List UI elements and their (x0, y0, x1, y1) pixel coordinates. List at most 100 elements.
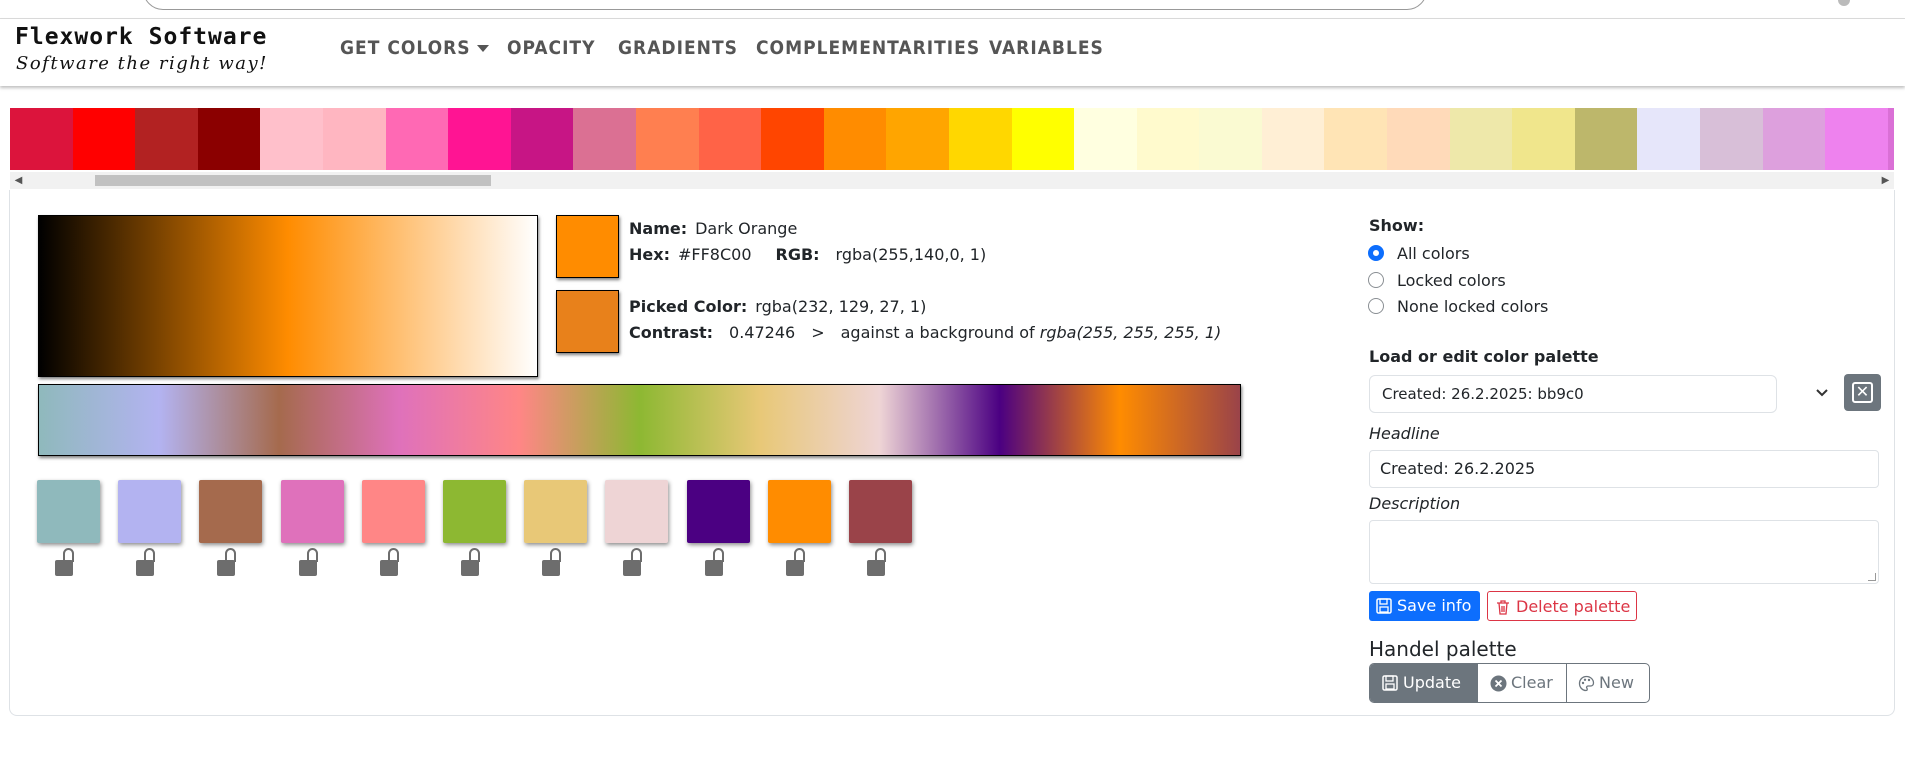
strip-swatch[interactable] (761, 108, 824, 170)
palette-swatch[interactable] (849, 480, 912, 543)
lock-body (867, 560, 885, 576)
delete-palette-button[interactable]: Delete palette (1487, 591, 1637, 621)
nav-variables[interactable]: VARIABLES (989, 37, 1104, 59)
strip-swatch[interactable] (197, 108, 261, 170)
contrast-value: 0.47246 (729, 323, 796, 342)
unlock-icon[interactable] (217, 548, 239, 580)
select-clear-button[interactable]: ✕ (1844, 374, 1881, 411)
lock-body (542, 560, 561, 576)
horizontal-scrollbar[interactable]: ◀ ▶ (10, 172, 1894, 189)
strip-swatch[interactable] (948, 108, 1012, 170)
strip-swatch[interactable] (1199, 108, 1262, 170)
palette-swatch[interactable] (199, 480, 263, 543)
strip-swatch[interactable] (1825, 108, 1888, 170)
radio-locked-colors-button[interactable] (1368, 272, 1384, 288)
palette-swatch[interactable] (280, 480, 344, 543)
strip-swatch[interactable] (698, 108, 762, 170)
nav-opacity[interactable]: OPACITY (507, 37, 595, 59)
palette-swatch[interactable] (686, 480, 750, 543)
unlock-icon[interactable] (55, 548, 77, 580)
palette-swatch[interactable] (37, 480, 100, 543)
strip-swatch[interactable] (1512, 108, 1575, 170)
unlock-icon[interactable] (867, 548, 889, 580)
brand-tagline: Software the right way! (16, 53, 268, 74)
save-info-button[interactable]: Save info (1369, 591, 1480, 621)
strip-swatch[interactable] (72, 108, 136, 170)
picked-value: rgba(232, 129, 27, 1) (755, 297, 927, 316)
palette-swatch[interactable] (443, 480, 506, 543)
new-label: New (1599, 673, 1634, 692)
palette-swatch[interactable] (605, 480, 669, 543)
description-textarea[interactable] (1369, 520, 1879, 584)
strip-swatch[interactable] (135, 108, 198, 170)
browser-top-strip (0, 0, 1905, 19)
strip-swatch[interactable] (886, 108, 949, 170)
lock-body (623, 560, 642, 576)
headline-input[interactable]: Created: 26.2.2025 (1369, 450, 1879, 488)
unlock-icon[interactable] (785, 548, 808, 580)
unlock-icon[interactable] (136, 548, 158, 580)
lock-body (217, 560, 236, 576)
floppy-disk-icon (1382, 675, 1398, 691)
scroll-left-icon[interactable]: ◀ (10, 172, 27, 189)
unlock-icon[interactable] (461, 548, 483, 580)
strip-swatch[interactable] (385, 108, 449, 170)
resize-handle-icon[interactable] (1868, 573, 1876, 581)
unlock-icon[interactable] (542, 548, 564, 580)
unlock-icon[interactable] (379, 548, 402, 580)
lock-body (704, 560, 723, 576)
clear-button[interactable]: Clear (1478, 664, 1566, 702)
palette-swatch[interactable] (524, 480, 588, 543)
strip-swatch[interactable] (1700, 108, 1763, 170)
update-button[interactable]: Update (1370, 664, 1477, 702)
radio-all-colors-label: All colors (1397, 244, 1470, 263)
nav-get-colors[interactable]: GET COLORS (340, 37, 489, 59)
shade-gradient[interactable] (38, 215, 538, 377)
unlock-icon[interactable] (623, 548, 645, 580)
address-bar[interactable] (143, 0, 1427, 10)
strip-swatch[interactable] (823, 108, 887, 170)
strip-swatch[interactable] (1887, 108, 1894, 170)
strip-swatch[interactable] (260, 108, 323, 170)
strip-swatch[interactable] (1074, 108, 1137, 170)
brand-title[interactable]: Flexwork Software (15, 24, 267, 50)
radio-all-colors-button[interactable] (1368, 245, 1384, 261)
chevron-down-icon[interactable] (1815, 386, 1829, 400)
radio-none-locked-colors-button[interactable] (1368, 298, 1384, 314)
nav-gradients[interactable]: GRADIENTS (618, 37, 738, 59)
palette-icon (1578, 675, 1595, 692)
palette-swatch[interactable] (767, 480, 831, 543)
scroll-right-icon[interactable]: ▶ (1877, 172, 1894, 189)
strip-swatch[interactable] (573, 108, 636, 170)
strip-swatch[interactable] (635, 108, 699, 170)
unlock-icon[interactable] (298, 548, 321, 580)
new-button[interactable]: New (1567, 664, 1649, 702)
palette-select[interactable]: Created: 26.2.2025: bb9c0 (1369, 375, 1777, 413)
strip-swatch[interactable] (510, 108, 574, 170)
strip-swatch[interactable] (1261, 108, 1325, 170)
strip-swatch[interactable] (448, 108, 511, 170)
scrollbar-thumb[interactable] (95, 175, 491, 186)
strip-swatch[interactable] (10, 108, 73, 170)
strip-swatch[interactable] (1762, 108, 1826, 170)
palette-swatch[interactable] (118, 480, 182, 543)
strip-swatch[interactable] (1637, 108, 1701, 170)
trash-icon (1497, 600, 1509, 615)
strip-swatch[interactable] (1387, 108, 1450, 170)
nav-get-colors-label: GET COLORS (340, 37, 471, 59)
palette-swatch[interactable] (361, 480, 425, 543)
contrast-line: Contrast: 0.47246 > against a background of… (629, 323, 1221, 342)
handel-palette-button-group: Update Clear New (1369, 663, 1650, 703)
nav-complementarities[interactable]: COMPLEMENTARITIES (756, 37, 980, 59)
delete-palette-label: Delete palette (1516, 597, 1631, 616)
strip-swatch[interactable] (1136, 108, 1200, 170)
strip-swatch[interactable] (1574, 108, 1638, 170)
update-label: Update (1403, 673, 1461, 692)
unlock-icon[interactable] (704, 548, 727, 580)
strip-swatch[interactable] (1324, 108, 1388, 170)
strip-swatch[interactable] (1011, 108, 1075, 170)
color-swatch-strip (10, 108, 1894, 170)
strip-swatch[interactable] (322, 108, 386, 170)
rgb-label: RGB: (775, 245, 820, 264)
strip-swatch[interactable] (1449, 108, 1513, 170)
